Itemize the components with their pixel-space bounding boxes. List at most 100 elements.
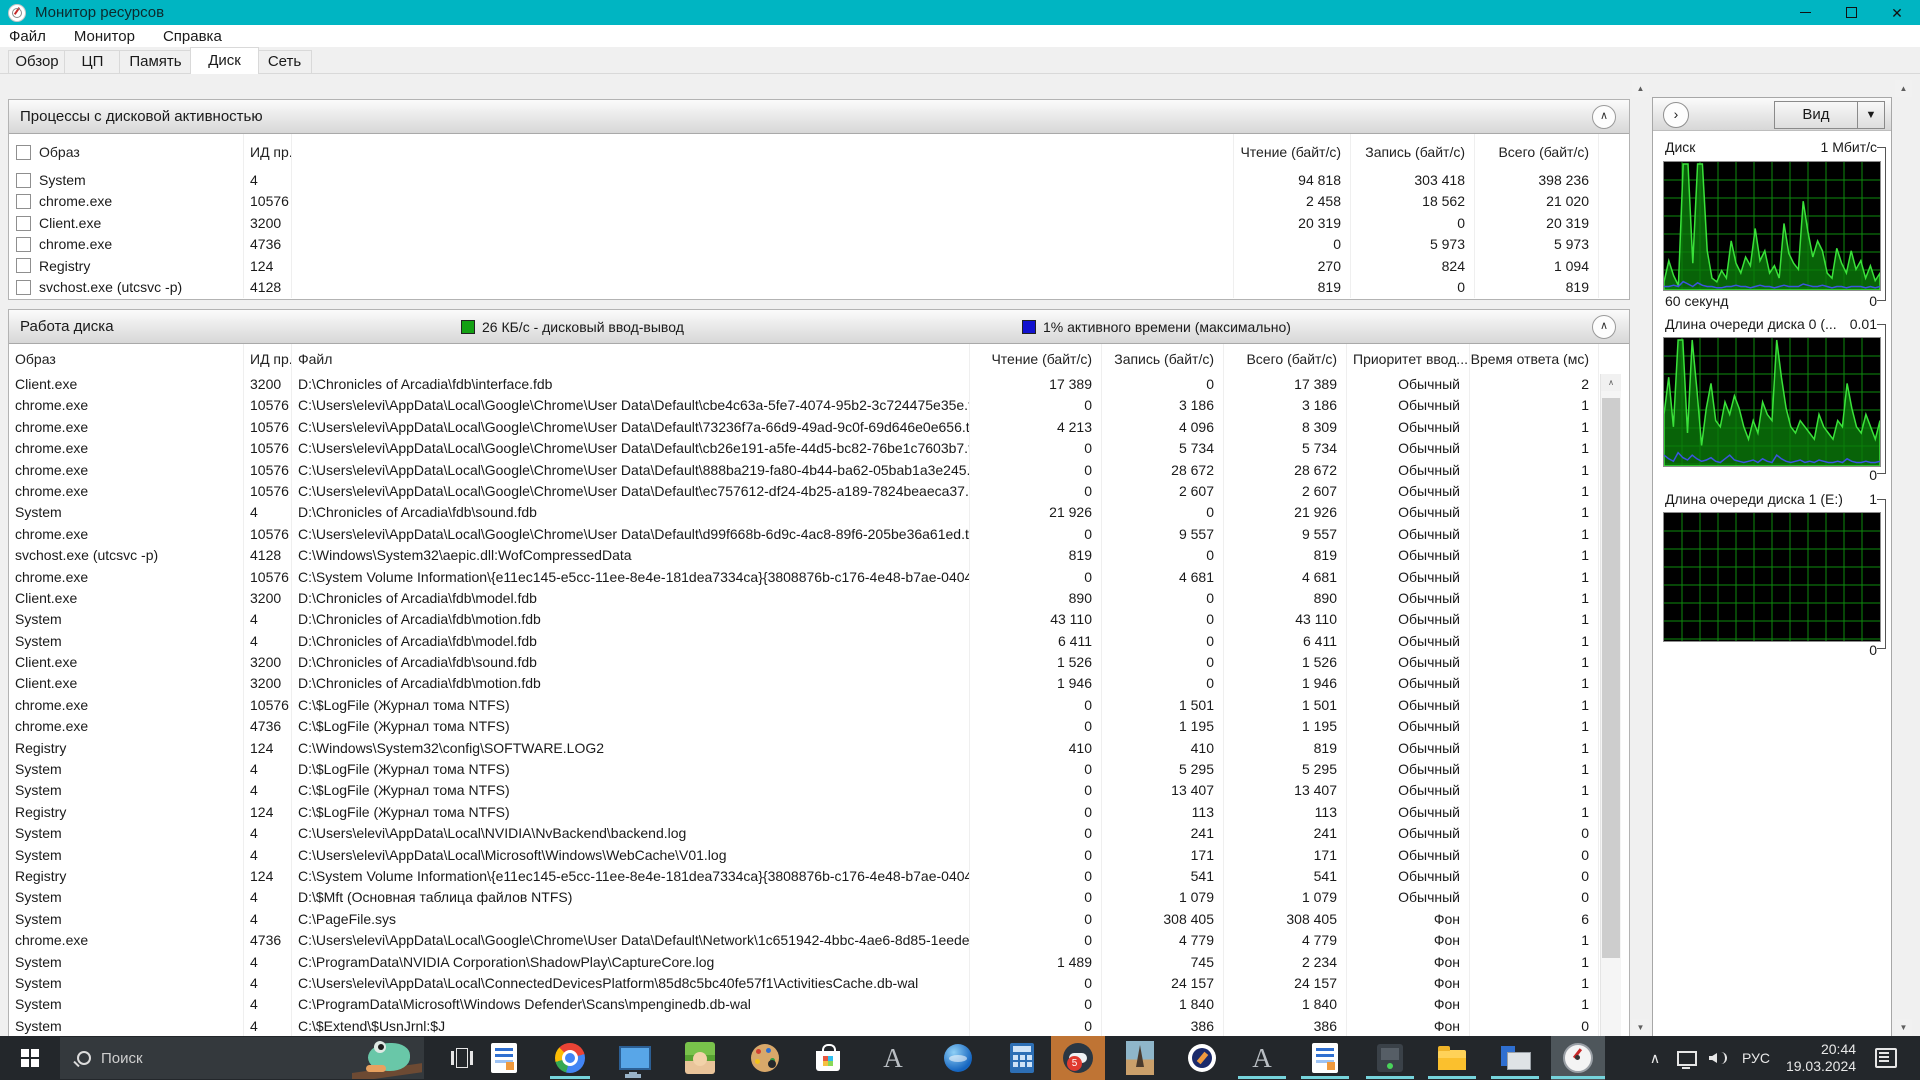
table-row[interactable]: chrome.exe10576C:\Users\elevi\AppData\Lo… (9, 438, 1629, 459)
taskbar-item-game[interactable] (676, 1036, 724, 1080)
expand-graphs-button[interactable]: › (1663, 102, 1689, 128)
disk-activity-section-header[interactable]: Работа диска 26 КБ/с - дисковый ввод-выв… (9, 310, 1629, 344)
table-row[interactable]: chrome.exe10576C:\Users\elevi\AppData\Lo… (9, 481, 1629, 502)
column-read[interactable]: Чтение (байт/с) (1234, 134, 1351, 170)
column-response[interactable]: Время ответа (мс) (1470, 344, 1599, 374)
table-row[interactable]: Client.exe3200D:\Chronicles of Arcadia\f… (9, 652, 1629, 673)
column-read[interactable]: Чтение (байт/с) (970, 344, 1102, 374)
column-total[interactable]: Всего (байт/с) (1475, 134, 1599, 170)
column-image[interactable]: Образ (9, 134, 244, 170)
taskbar-item-globe-app[interactable] (934, 1036, 982, 1080)
chevron-down-icon[interactable]: ▼ (1857, 102, 1884, 128)
tab-memory[interactable]: Память (119, 50, 192, 73)
table-row[interactable]: System4C:\ProgramData\Microsoft\Windows … (9, 994, 1629, 1015)
tray-network[interactable] (1672, 1036, 1702, 1080)
table-row[interactable]: System4C:\Users\elevi\AppData\Local\Conn… (9, 973, 1629, 994)
taskbar-item-printer-app[interactable] (1491, 1036, 1539, 1080)
column-pid[interactable]: ИД пр... (244, 344, 292, 374)
row-checkbox[interactable] (16, 194, 31, 209)
table-row[interactable]: System4D:\Chronicles of Arcadia\fdb\moti… (9, 609, 1629, 630)
search-highlight-image[interactable] (352, 1039, 422, 1079)
table-row[interactable]: chrome.exe10576C:\Users\elevi\AppData\Lo… (9, 524, 1629, 545)
table-row[interactable]: chrome.exe4736C:\Users\elevi\AppData\Loc… (9, 930, 1629, 951)
processes-section-header[interactable]: Процессы с дисковой активностью ∧ (9, 100, 1629, 134)
table-row[interactable]: System4C:\ProgramData\NVIDIA Corporation… (9, 952, 1629, 973)
table-row[interactable]: chrome.exe10576C:\System Volume Informat… (9, 567, 1629, 588)
taskbar-item-paint[interactable] (741, 1036, 789, 1080)
restore-button[interactable] (1828, 0, 1874, 25)
taskbar-item-device-app[interactable] (1366, 1036, 1414, 1080)
table-row[interactable]: Client.exe3200D:\Chronicles of Arcadia\f… (9, 673, 1629, 694)
column-write[interactable]: Запись (байт/с) (1351, 134, 1475, 170)
taskbar-item-document-app-2[interactable] (1301, 1036, 1349, 1080)
tab-cpu[interactable]: ЦП (64, 50, 121, 73)
scroll-down-arrow[interactable]: ▼ (1895, 1019, 1912, 1036)
select-all-checkbox[interactable] (16, 145, 31, 160)
row-checkbox[interactable] (16, 237, 31, 252)
table-row[interactable]: chrome.exe473605 9735 973 (9, 234, 1629, 255)
taskbar-item-discord[interactable]: 5 (1051, 1036, 1105, 1080)
table-row[interactable]: chrome.exe10576C:\Users\elevi\AppData\Lo… (9, 417, 1629, 438)
column-priority[interactable]: Приоритет ввод... (1347, 344, 1470, 374)
taskbar-item-file-explorer[interactable] (1428, 1036, 1476, 1080)
taskbar-item-store[interactable] (804, 1036, 852, 1080)
tray-volume[interactable] (1702, 1036, 1734, 1080)
table-row[interactable]: Client.exe3200D:\Chronicles of Arcadia\f… (9, 374, 1629, 395)
taskbar-item-fonts[interactable]: А (869, 1036, 917, 1080)
table-row[interactable]: System494 818303 418398 236 (9, 170, 1629, 191)
column-file[interactable]: Файл (292, 344, 970, 374)
content-scrollbar[interactable]: ▲ ▼ (1632, 80, 1649, 1036)
graphs-scrollbar[interactable]: ▲ ▼ (1895, 80, 1912, 1036)
column-total[interactable]: Всего (байт/с) (1224, 344, 1347, 374)
tab-disk[interactable]: Диск (190, 47, 259, 74)
view-dropdown-button[interactable]: Вид ▼ (1774, 101, 1885, 129)
taskbar-item-resource-monitor[interactable] (1551, 1036, 1605, 1080)
table-row[interactable]: Client.exe3200D:\Chronicles of Arcadia\f… (9, 588, 1629, 609)
scroll-up-arrow[interactable]: ∧ (1601, 374, 1621, 391)
table-row[interactable]: System4C:\$LogFile (Журнал тома NTFS)013… (9, 780, 1629, 801)
table-row[interactable]: System4D:\Chronicles of Arcadia\fdb\mode… (9, 631, 1629, 652)
row-checkbox[interactable] (16, 280, 31, 295)
taskbar-item-photo[interactable] (1116, 1036, 1164, 1080)
scrollbar-thumb[interactable] (1602, 398, 1620, 958)
row-checkbox[interactable] (16, 258, 31, 273)
taskbar-item-fonts-2[interactable]: А (1238, 1036, 1286, 1080)
table-row[interactable]: System4D:\$LogFile (Журнал тома NTFS)05 … (9, 759, 1629, 780)
table-row[interactable]: System4C:\$Extend\$UsnJrnl:$J0386386Фон0 (9, 1016, 1629, 1037)
table-row[interactable]: Client.exe320020 319020 319 (9, 213, 1629, 234)
collapse-processes-button[interactable]: ∧ (1592, 105, 1616, 129)
table-row[interactable]: Registry124C:\Windows\System32\config\SO… (9, 738, 1629, 759)
table-row[interactable]: svchost.exe (utcsvc -p)4128C:\Windows\Sy… (9, 545, 1629, 566)
menu-file[interactable]: Файл (0, 28, 60, 45)
menu-help[interactable]: Справка (149, 28, 236, 45)
tab-network[interactable]: Сеть (257, 50, 312, 73)
minimize-button[interactable] (1782, 0, 1828, 25)
table-row[interactable]: System4C:\Users\elevi\AppData\Local\NVID… (9, 823, 1629, 844)
scroll-down-arrow[interactable]: ▼ (1632, 1019, 1649, 1036)
taskbar-item-browser[interactable] (1178, 1036, 1226, 1080)
taskbar-item-computer[interactable] (611, 1036, 659, 1080)
row-checkbox[interactable] (16, 173, 31, 188)
taskbar-item-chrome[interactable] (546, 1036, 594, 1080)
tab-overview[interactable]: Обзор (8, 50, 66, 73)
column-image[interactable]: Образ (9, 344, 244, 374)
table-row[interactable]: System4D:\$Mft (Основная таблица файлов … (9, 887, 1629, 908)
table-row[interactable]: chrome.exe10576C:\Users\elevi\AppData\Lo… (9, 460, 1629, 481)
tray-show-hidden-icons[interactable]: ∧ (1640, 1036, 1670, 1080)
taskbar-item-calculator[interactable] (998, 1036, 1046, 1080)
table-row[interactable]: Registry124C:\System Volume Information\… (9, 866, 1629, 887)
table-row[interactable]: System4C:\PageFile.sys0308 405308 405Фон… (9, 909, 1629, 930)
table-row[interactable]: Registry1242708241 094 (9, 256, 1629, 277)
tray-language[interactable]: РУС (1736, 1036, 1776, 1080)
row-checkbox[interactable] (16, 216, 31, 231)
scroll-up-arrow[interactable]: ▲ (1632, 80, 1649, 97)
close-button[interactable]: ✕ (1874, 0, 1920, 25)
tray-action-center[interactable] (1868, 1036, 1904, 1080)
scroll-up-arrow[interactable]: ▲ (1895, 80, 1912, 97)
table-row[interactable]: chrome.exe105762 45818 56221 020 (9, 191, 1629, 212)
table-row[interactable]: System4D:\Chronicles of Arcadia\fdb\soun… (9, 502, 1629, 523)
search-input[interactable]: Поиск (60, 1037, 424, 1079)
view-button-label[interactable]: Вид (1775, 102, 1857, 128)
table-row[interactable]: chrome.exe4736C:\$LogFile (Журнал тома N… (9, 716, 1629, 737)
taskbar-item-document-app[interactable] (480, 1036, 528, 1080)
